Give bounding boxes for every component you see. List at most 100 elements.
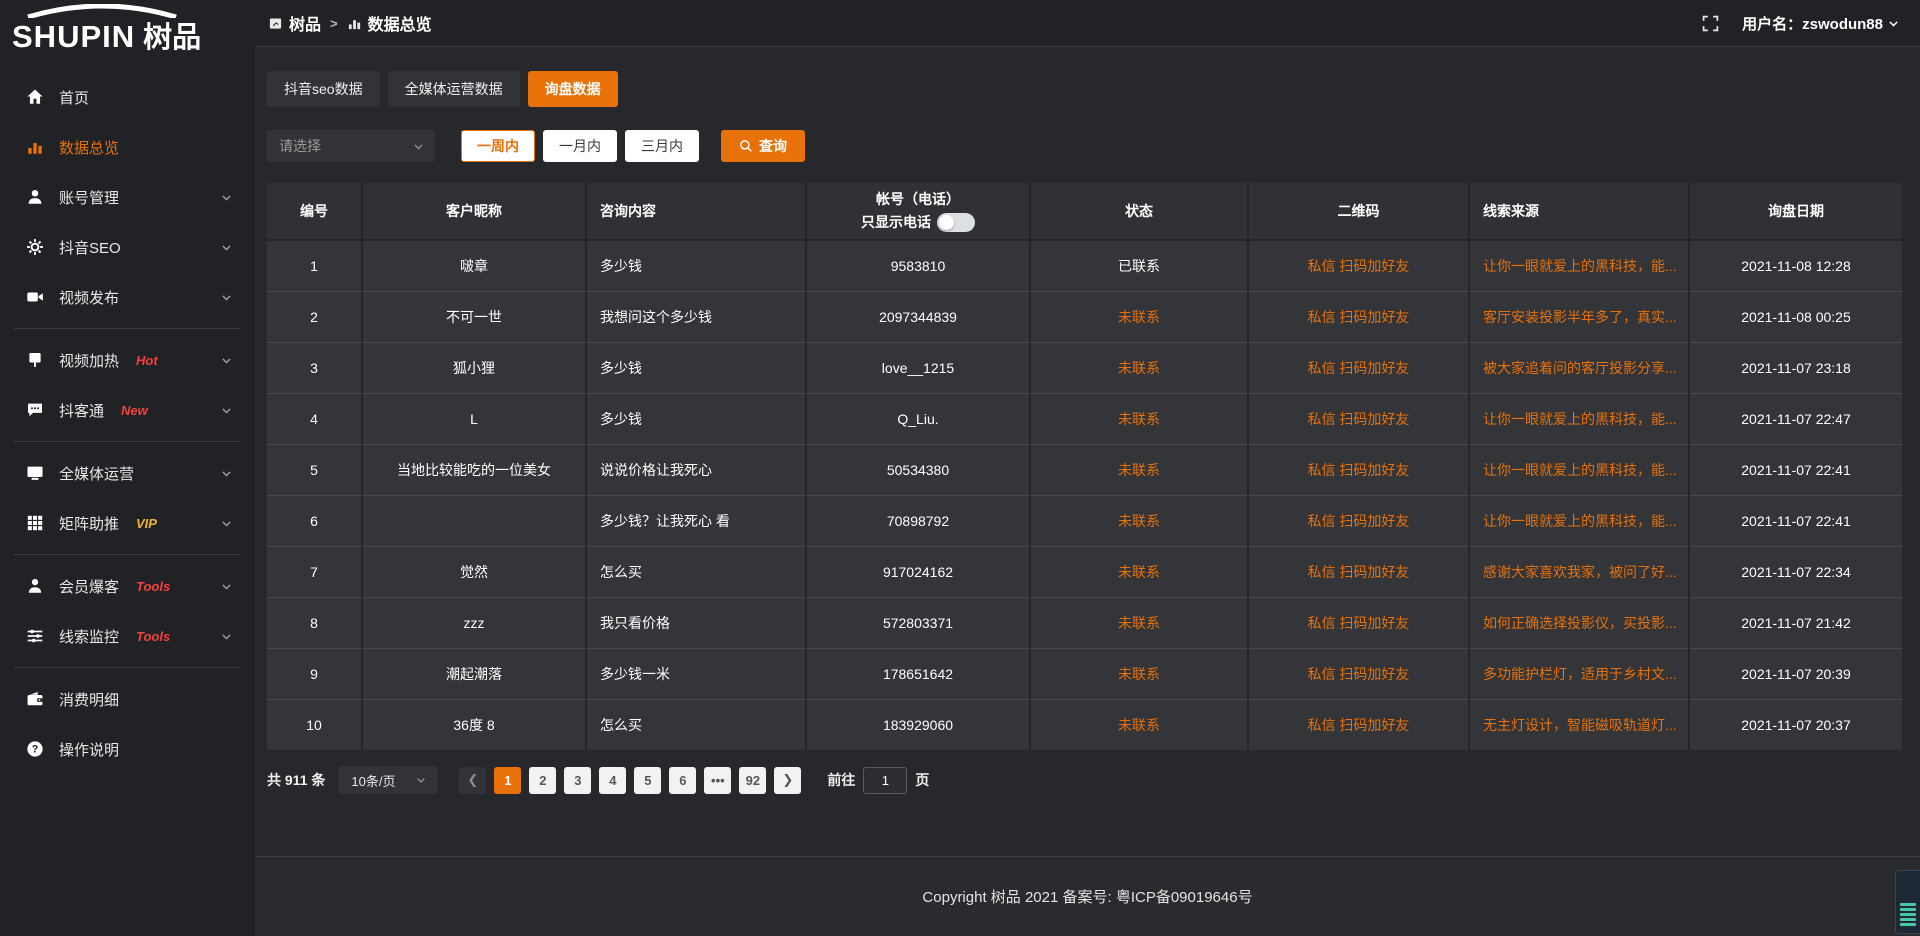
- chat-icon: [26, 401, 44, 419]
- prev-page-button[interactable]: ❮: [459, 767, 486, 794]
- table-row: 8zzz我只看价格572803371未联系私信 扫码加好友如何正确选择投影仪，买…: [267, 597, 1902, 648]
- cell-qrcode-link[interactable]: 私信 扫码加好友: [1248, 495, 1469, 546]
- jump-page-input[interactable]: [863, 767, 907, 794]
- sliders-icon: [26, 627, 44, 645]
- page-button-5[interactable]: 5: [634, 767, 661, 794]
- sidebar-item-3[interactable]: 抖音SEO: [0, 222, 255, 272]
- svg-text:?: ?: [32, 744, 39, 756]
- sidebar-item-4[interactable]: 视频发布: [0, 272, 255, 322]
- site-icon: [268, 16, 283, 31]
- table-row: 6多少钱？让我死心 看70898792未联系私信 扫码加好友让你一眼就爱上的黑科…: [267, 495, 1902, 546]
- sidebar-item-label: 视频发布: [59, 287, 119, 308]
- time-filter-0[interactable]: 一周内: [461, 130, 535, 162]
- cell-id: 1: [267, 240, 362, 291]
- table-row: 2不可一世我想问这个多少钱2097344839未联系私信 扫码加好友客厅安装投影…: [267, 291, 1902, 342]
- cell-status: 未联系: [1030, 597, 1248, 648]
- video-icon: [26, 288, 44, 306]
- sidebar-item-badge: Tools: [136, 629, 170, 644]
- cell-qrcode-link[interactable]: 私信 扫码加好友: [1248, 648, 1469, 699]
- next-page-button[interactable]: ❯: [774, 767, 801, 794]
- tab-2[interactable]: 询盘数据: [528, 71, 618, 107]
- cell-status: 未联系: [1030, 342, 1248, 393]
- sidebar-item-2[interactable]: 账号管理: [0, 172, 255, 222]
- col-header-account: 帐号（电话） 只显示电话: [806, 183, 1030, 240]
- sidebar-item-9[interactable]: 全媒体运营: [0, 448, 255, 498]
- breadcrumb-label: 树品: [289, 11, 321, 35]
- inquiry-table: 编号 客户昵称 咨询内容 帐号（电话） 只显示电话 状态 二维码 线索来源 询盘…: [267, 183, 1902, 750]
- cell-qrcode-link[interactable]: 私信 扫码加好友: [1248, 291, 1469, 342]
- cell-id: 10: [267, 699, 362, 750]
- cell-source-link[interactable]: 让你一眼就爱上的黑科技，能...: [1469, 444, 1689, 495]
- breadcrumb-item-1[interactable]: 数据总览: [347, 11, 432, 35]
- sidebar-item-10[interactable]: 矩阵助推VIP: [0, 498, 255, 548]
- search-button[interactable]: 查询: [721, 130, 805, 162]
- page-button-3[interactable]: 3: [564, 767, 591, 794]
- cell-source-link[interactable]: 让你一眼就爱上的黑科技，能...: [1469, 495, 1689, 546]
- cell-date: 2021-11-07 22:34: [1689, 546, 1902, 597]
- cell-source-link[interactable]: 被大家追着问的客厅投影分享...: [1469, 342, 1689, 393]
- tab-1[interactable]: 全媒体运营数据: [388, 71, 520, 107]
- cell-source-link[interactable]: 如何正确选择投影仪，买投影...: [1469, 597, 1689, 648]
- phone-only-toggle[interactable]: [937, 213, 975, 232]
- page-ellipsis-button[interactable]: •••: [704, 767, 731, 794]
- cell-nickname: 36度 8: [362, 699, 586, 750]
- cell-source-link[interactable]: 无主灯设计，智能磁吸轨道灯...: [1469, 699, 1689, 750]
- page-button-92[interactable]: 92: [739, 767, 766, 794]
- cell-source-link[interactable]: 让你一眼就爱上的黑科技，能...: [1469, 393, 1689, 444]
- cell-qrcode-link[interactable]: 私信 扫码加好友: [1248, 342, 1469, 393]
- floating-widget[interactable]: [1895, 870, 1920, 934]
- sidebar-item-12[interactable]: 会员爆客Tools: [0, 561, 255, 611]
- cell-content: 多少钱？让我死心 看: [586, 495, 806, 546]
- table-row: 3狐小狸多少钱love__1215未联系私信 扫码加好友被大家追着问的客厅投影分…: [267, 342, 1902, 393]
- sidebar-item-label: 矩阵助推: [59, 513, 119, 534]
- filter-select[interactable]: 请选择: [267, 130, 435, 162]
- sidebar-item-13[interactable]: 线索监控Tools: [0, 611, 255, 661]
- sidebar-item-7[interactable]: 抖客通New: [0, 385, 255, 435]
- chevron-down-icon: [1887, 17, 1900, 30]
- table-row: 9潮起潮落多少钱一米178651642未联系私信 扫码加好友多功能护栏灯，适用于…: [267, 648, 1902, 699]
- cell-date: 2021-11-07 21:42: [1689, 597, 1902, 648]
- cell-source-link[interactable]: 多功能护栏灯，适用于乡村文...: [1469, 648, 1689, 699]
- page-button-6[interactable]: 6: [669, 767, 696, 794]
- cell-source-link[interactable]: 让你一眼就爱上的黑科技，能...: [1469, 240, 1689, 291]
- page-size-select[interactable]: 10条/页: [339, 766, 437, 794]
- cell-account: Q_Liu.: [806, 393, 1030, 444]
- sidebar-item-16[interactable]: ?操作说明: [0, 724, 255, 774]
- sidebar-item-15[interactable]: 消费明细: [0, 674, 255, 724]
- fullscreen-icon[interactable]: [1702, 14, 1720, 32]
- sidebar-item-6[interactable]: 视频加热Hot: [0, 335, 255, 385]
- cell-qrcode-link[interactable]: 私信 扫码加好友: [1248, 597, 1469, 648]
- video-icon: [26, 288, 44, 306]
- table-body: 1啵章多少钱9583810已联系私信 扫码加好友让你一眼就爱上的黑科技，能...…: [267, 240, 1902, 750]
- col-header-status: 状态: [1030, 183, 1248, 240]
- sidebar-item-label: 数据总览: [59, 137, 119, 158]
- cell-qrcode-link[interactable]: 私信 扫码加好友: [1248, 699, 1469, 750]
- sidebar-item-1[interactable]: 数据总览: [0, 122, 255, 172]
- cell-account: love__1215: [806, 342, 1030, 393]
- user-menu[interactable]: 用户名：zswodun88: [1742, 13, 1900, 34]
- col-header-id: 编号: [267, 183, 362, 240]
- sidebar-item-0[interactable]: 首页: [0, 72, 255, 122]
- page-button-2[interactable]: 2: [529, 767, 556, 794]
- page-button-4[interactable]: 4: [599, 767, 626, 794]
- cell-status: 已联系: [1030, 240, 1248, 291]
- cell-qrcode-link[interactable]: 私信 扫码加好友: [1248, 546, 1469, 597]
- breadcrumb-item-0[interactable]: 树品: [268, 11, 321, 35]
- chart-icon: [26, 138, 44, 156]
- wallet-icon: [26, 690, 44, 708]
- time-filter-2[interactable]: 三月内: [625, 130, 699, 162]
- tab-0[interactable]: 抖音seo数据: [267, 71, 380, 107]
- cell-qrcode-link[interactable]: 私信 扫码加好友: [1248, 240, 1469, 291]
- cell-qrcode-link[interactable]: 私信 扫码加好友: [1248, 444, 1469, 495]
- sidebar-item-badge: New: [121, 403, 148, 418]
- cell-source-link[interactable]: 客厅安装投影半年多了，真实...: [1469, 291, 1689, 342]
- search-icon: [739, 139, 753, 153]
- cell-qrcode-link[interactable]: 私信 扫码加好友: [1248, 393, 1469, 444]
- cell-source-link[interactable]: 感谢大家喜欢我家，被问了好...: [1469, 546, 1689, 597]
- member-icon: [26, 577, 44, 595]
- page-button-1[interactable]: 1: [494, 767, 521, 794]
- chart-icon: [347, 16, 362, 31]
- cell-account: 572803371: [806, 597, 1030, 648]
- time-filter-1[interactable]: 一月内: [543, 130, 617, 162]
- cell-nickname: 当地比较能吃的一位美女: [362, 444, 586, 495]
